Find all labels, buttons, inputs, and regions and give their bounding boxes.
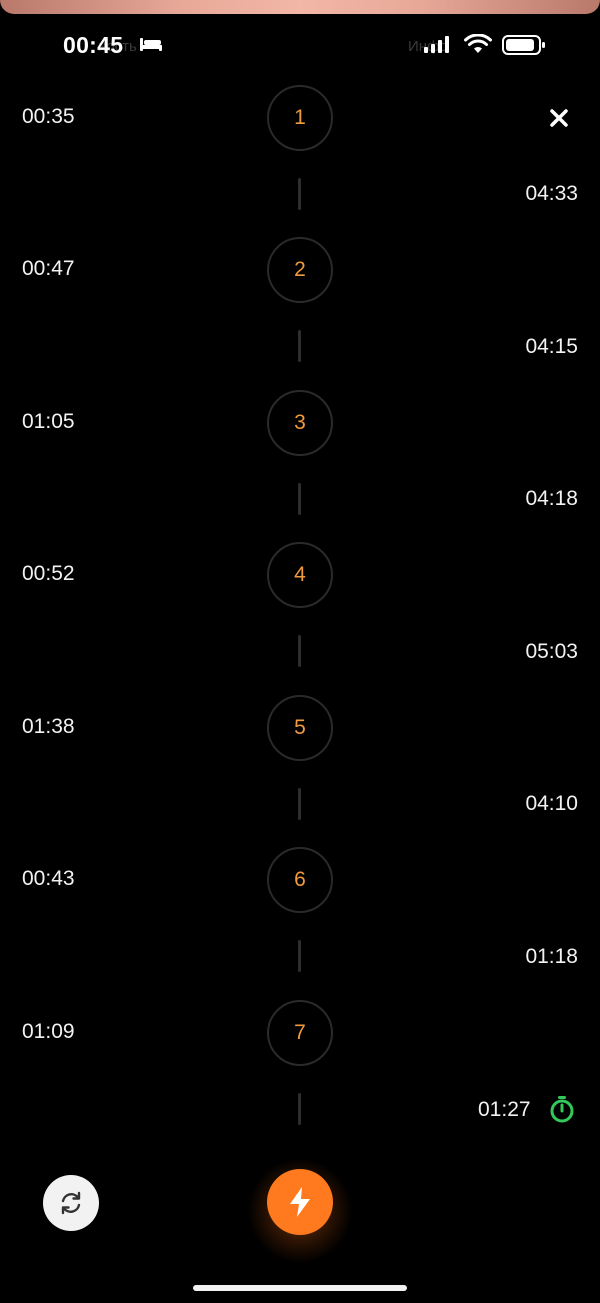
cellular-signal-icon xyxy=(424,36,449,53)
reset-icon xyxy=(61,1191,81,1215)
lap-number-circle: 7 xyxy=(267,1000,333,1066)
home-indicator[interactable] xyxy=(193,1285,407,1291)
lap-time: 00:35 xyxy=(22,105,75,128)
lap-row: 00:47 2 xyxy=(0,237,600,303)
lap-number-circle: 6 xyxy=(267,847,333,913)
status-bar: ность 00:45 Инфо xyxy=(0,26,600,66)
sleep-mode-icon xyxy=(140,38,162,51)
lap-row: 01:09 7 xyxy=(0,1000,600,1066)
lap-number: 7 xyxy=(294,1021,306,1044)
lap-number-circle: 4 xyxy=(267,542,333,608)
lap-time: 00:47 xyxy=(22,257,75,280)
lap-number: 2 xyxy=(294,258,306,281)
split-time: 04:18 xyxy=(525,487,578,510)
timeline-connector xyxy=(298,635,301,667)
timeline-connector xyxy=(298,940,301,972)
lap-number-circle: 3 xyxy=(267,390,333,456)
top-image-strip xyxy=(0,0,600,14)
status-time: 00:45 xyxy=(63,32,124,58)
lightning-icon xyxy=(290,1187,310,1217)
split-time: 04:33 xyxy=(525,182,578,205)
split-time: 05:03 xyxy=(525,640,578,663)
lap-row: 00:35 1 xyxy=(0,85,600,151)
lap-number: 3 xyxy=(294,411,306,434)
stopwatch-icon xyxy=(550,1096,574,1123)
split-time: 04:15 xyxy=(525,335,578,358)
lap-number-circle: 2 xyxy=(267,237,333,303)
split-time: 04:10 xyxy=(525,792,578,815)
lap-row: 01:38 5 xyxy=(0,695,600,761)
lap-time: 00:43 xyxy=(22,867,75,890)
battery-icon xyxy=(502,35,545,55)
lap-number: 5 xyxy=(294,716,306,739)
lap-time: 01:05 xyxy=(22,410,75,433)
lap-row: 00:52 4 xyxy=(0,542,600,608)
lap-time: 01:09 xyxy=(22,1020,75,1043)
lap-number-circle: 5 xyxy=(267,695,333,761)
reset-button[interactable] xyxy=(43,1175,99,1231)
timeline-connector xyxy=(298,1093,301,1125)
timeline-connector xyxy=(298,178,301,210)
timeline-connector xyxy=(298,330,301,362)
timeline-connector xyxy=(298,788,301,820)
lap-time: 00:52 xyxy=(22,562,75,585)
lap-number: 4 xyxy=(294,563,306,586)
timeline-connector xyxy=(298,483,301,515)
active-split-time: 01:27 xyxy=(478,1098,531,1121)
lap-row: 01:05 3 xyxy=(0,390,600,456)
lap-number-circle: 1 xyxy=(267,85,333,151)
split-time: 01:18 xyxy=(525,945,578,968)
wifi-icon xyxy=(464,34,492,53)
flash-button[interactable] xyxy=(267,1169,333,1235)
lap-number: 6 xyxy=(294,868,306,891)
lap-row: 00:43 6 xyxy=(0,847,600,913)
lap-time: 01:38 xyxy=(22,715,75,738)
lap-number: 1 xyxy=(294,106,306,129)
